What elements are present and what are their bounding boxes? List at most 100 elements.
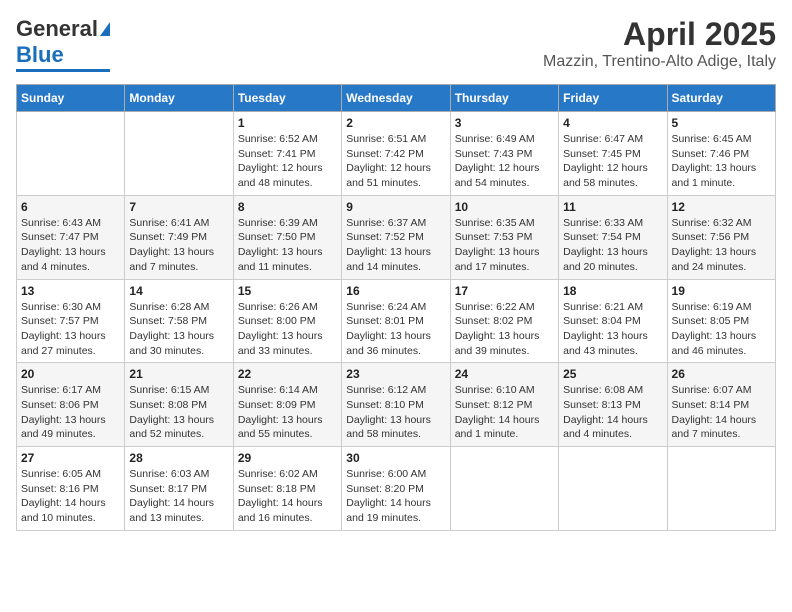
day-info: Sunrise: 6:24 AMSunset: 8:01 PMDaylight:… [346,300,445,359]
calendar-cell: 5Sunrise: 6:45 AMSunset: 7:46 PMDaylight… [667,112,775,196]
calendar-cell: 1Sunrise: 6:52 AMSunset: 7:41 PMDaylight… [233,112,341,196]
day-number: 29 [238,451,337,465]
day-number: 4 [563,116,662,130]
day-number: 12 [672,200,771,214]
calendar-cell: 3 Sunrise: 6:49 AMSunset: 7:43 PMDaylight… [450,112,558,196]
day-number: 9 [346,200,445,214]
calendar-cell: 28 Sunrise: 6:03 AMSunset: 8:17 PMDayligh… [125,447,233,531]
day-of-week-sunday: Sunday [17,85,125,112]
calendar-cell: 20Sunrise: 6:17 AMSunset: 8:06 PMDayligh… [17,363,125,447]
day-number: 25 [563,367,662,381]
day-info: Sunrise: 6:15 AMSunset: 8:08 PMDaylight:… [129,383,228,442]
calendar-cell: 13 Sunrise: 6:30 AMSunset: 7:57 PMDayligh… [17,279,125,363]
day-number: 21 [129,367,228,381]
day-info: Sunrise: 6:14 AMSunset: 8:09 PMDaylight:… [238,383,337,442]
day-info: Sunrise: 6:12 AMSunset: 8:10 PMDaylight:… [346,383,445,442]
day-number: 13 [21,284,120,298]
day-info: Sunrise: 6:30 AMSunset: 7:57 PMDaylight:… [21,300,120,359]
day-number: 5 [672,116,771,130]
day-number: 24 [455,367,554,381]
day-info: Sunrise: 6:39 AMSunset: 7:50 PMDaylight:… [238,216,337,275]
calendar-cell: 14 Sunrise: 6:28 AMSunset: 7:58 PMDayligh… [125,279,233,363]
calendar-week-1: 1Sunrise: 6:52 AMSunset: 7:41 PMDaylight… [17,112,776,196]
day-of-week-tuesday: Tuesday [233,85,341,112]
day-number: 11 [563,200,662,214]
day-of-week-thursday: Thursday [450,85,558,112]
day-info: Sunrise: 6:32 AMSunset: 7:56 PMDaylight:… [672,216,771,275]
calendar-cell: 25 Sunrise: 6:08 AMSunset: 8:13 PMDayligh… [559,363,667,447]
calendar-cell: 24Sunrise: 6:10 AMSunset: 8:12 PMDayligh… [450,363,558,447]
calendar-body: 1Sunrise: 6:52 AMSunset: 7:41 PMDaylight… [17,112,776,531]
day-info: Sunrise: 6:08 AMSunset: 8:13 PMDaylight:… [563,383,662,442]
day-info: Sunrise: 6:43 AMSunset: 7:47 PMDaylight:… [21,216,120,275]
day-number: 20 [21,367,120,381]
calendar-cell: 26Sunrise: 6:07 AMSunset: 8:14 PMDayligh… [667,363,775,447]
calendar-cell [559,447,667,531]
logo-general: General [16,16,98,42]
day-info: Sunrise: 6:28 AMSunset: 7:58 PMDaylight:… [129,300,228,359]
day-number: 19 [672,284,771,298]
day-info: Sunrise: 6:49 AMSunset: 7:43 PMDaylight:… [455,132,554,191]
page-title: April 2025 [543,16,776,53]
logo-triangle-icon [100,22,110,36]
day-number: 28 [129,451,228,465]
day-number: 14 [129,284,228,298]
day-info: Sunrise: 6:51 AMSunset: 7:42 PMDaylight:… [346,132,445,191]
day-number: 30 [346,451,445,465]
calendar-cell: 4Sunrise: 6:47 AMSunset: 7:45 PMDaylight… [559,112,667,196]
day-number: 3 [455,116,554,130]
day-number: 1 [238,116,337,130]
day-number: 26 [672,367,771,381]
day-info: Sunrise: 6:05 AMSunset: 8:16 PMDaylight:… [21,467,120,526]
day-info: Sunrise: 6:37 AMSunset: 7:52 PMDaylight:… [346,216,445,275]
calendar-cell: 17 Sunrise: 6:22 AMSunset: 8:02 PMDayligh… [450,279,558,363]
day-info: Sunrise: 6:41 AMSunset: 7:49 PMDaylight:… [129,216,228,275]
day-of-week-saturday: Saturday [667,85,775,112]
day-number: 8 [238,200,337,214]
logo-underline [16,69,110,72]
day-of-week-wednesday: Wednesday [342,85,450,112]
day-number: 22 [238,367,337,381]
calendar-cell: 27 Sunrise: 6:05 AMSunset: 8:16 PMDayligh… [17,447,125,531]
calendar-cell: 29 Sunrise: 6:02 AMSunset: 8:18 PMDayligh… [233,447,341,531]
title-block: April 2025 Mazzin, Trentino-Alto Adige, … [543,16,776,71]
calendar-cell: 23Sunrise: 6:12 AMSunset: 8:10 PMDayligh… [342,363,450,447]
day-number: 16 [346,284,445,298]
days-of-week-row: SundayMondayTuesdayWednesdayThursdayFrid… [17,85,776,112]
page-header: General Blue April 2025 Mazzin, Trentino… [16,16,776,72]
calendar-cell: 10Sunrise: 6:35 AMSunset: 7:53 PMDayligh… [450,195,558,279]
calendar-week-2: 6 Sunrise: 6:43 AMSunset: 7:47 PMDaylight… [17,195,776,279]
day-info: Sunrise: 6:00 AMSunset: 8:20 PMDaylight:… [346,467,445,526]
day-info: Sunrise: 6:03 AMSunset: 8:17 PMDaylight:… [129,467,228,526]
calendar-cell: 6 Sunrise: 6:43 AMSunset: 7:47 PMDaylight… [17,195,125,279]
calendar-cell: 11Sunrise: 6:33 AMSunset: 7:54 PMDayligh… [559,195,667,279]
calendar-table: SundayMondayTuesdayWednesdayThursdayFrid… [16,84,776,531]
calendar-cell [17,112,125,196]
day-info: Sunrise: 6:02 AMSunset: 8:18 PMDaylight:… [238,467,337,526]
day-info: Sunrise: 6:26 AMSunset: 8:00 PMDaylight:… [238,300,337,359]
calendar-cell [667,447,775,531]
day-number: 27 [21,451,120,465]
calendar-cell: 18Sunrise: 6:21 AMSunset: 8:04 PMDayligh… [559,279,667,363]
day-info: Sunrise: 6:22 AMSunset: 8:02 PMDaylight:… [455,300,554,359]
calendar-cell: 15 Sunrise: 6:26 AMSunset: 8:00 PMDayligh… [233,279,341,363]
day-number: 6 [21,200,120,214]
day-number: 7 [129,200,228,214]
logo-blue: Blue [16,42,64,68]
calendar-cell: 19 Sunrise: 6:19 AMSunset: 8:05 PMDayligh… [667,279,775,363]
calendar-cell: 22 Sunrise: 6:14 AMSunset: 8:09 PMDayligh… [233,363,341,447]
day-info: Sunrise: 6:19 AMSunset: 8:05 PMDaylight:… [672,300,771,359]
calendar-cell: 2Sunrise: 6:51 AMSunset: 7:42 PMDaylight… [342,112,450,196]
calendar-cell [125,112,233,196]
calendar-cell: 30 Sunrise: 6:00 AMSunset: 8:20 PMDayligh… [342,447,450,531]
page-subtitle: Mazzin, Trentino-Alto Adige, Italy [543,53,776,71]
calendar-header: SundayMondayTuesdayWednesdayThursdayFrid… [17,85,776,112]
logo: General Blue [16,16,110,72]
calendar-week-5: 27 Sunrise: 6:05 AMSunset: 8:16 PMDayligh… [17,447,776,531]
calendar-cell: 9 Sunrise: 6:37 AMSunset: 7:52 PMDaylight… [342,195,450,279]
calendar-week-4: 20Sunrise: 6:17 AMSunset: 8:06 PMDayligh… [17,363,776,447]
day-number: 10 [455,200,554,214]
day-of-week-monday: Monday [125,85,233,112]
day-number: 15 [238,284,337,298]
day-number: 17 [455,284,554,298]
